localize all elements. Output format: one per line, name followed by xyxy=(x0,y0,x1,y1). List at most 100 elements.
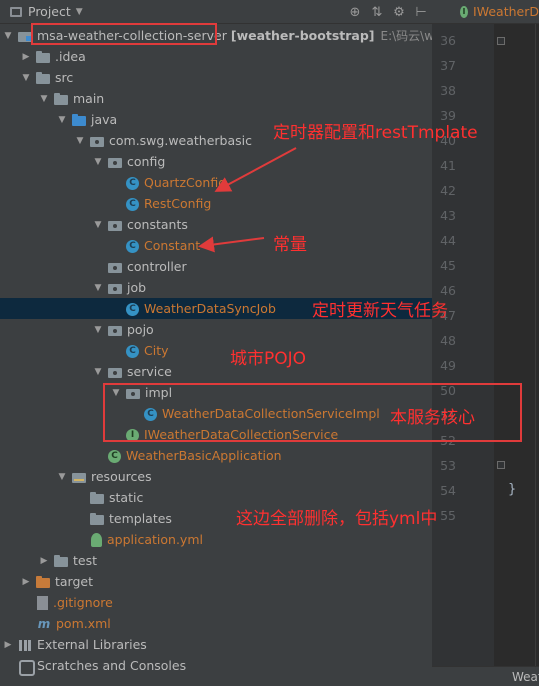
chevron-down-icon[interactable]: ▼ xyxy=(57,115,67,125)
tree-node-scratches[interactable]: ▶ Scratches and Consoles xyxy=(0,655,432,676)
chevron-down-icon[interactable]: ▼ xyxy=(39,94,49,104)
tree-node-label: static xyxy=(109,490,144,505)
package-icon xyxy=(108,323,122,337)
fold-marker-icon[interactable] xyxy=(497,37,505,45)
tree-node-label: City xyxy=(144,343,169,358)
chevron-down-icon[interactable]: ▼ xyxy=(21,73,31,83)
project-icon xyxy=(10,6,22,17)
tree-node-application-yml[interactable]: ▶ application.yml xyxy=(0,529,432,550)
tree-node-label: service xyxy=(127,364,172,379)
tree-node-pom[interactable]: ▶ m pom.xml xyxy=(0,613,432,634)
tree-node-label: application.yml xyxy=(107,532,203,547)
collapse-icon[interactable]: ⇅ xyxy=(366,5,388,20)
tree-node-gitignore[interactable]: ▶ .gitignore xyxy=(0,592,432,613)
resources-folder-icon xyxy=(72,470,86,484)
tree-node-test[interactable]: ▶ test xyxy=(0,550,432,571)
editor-code-area[interactable] xyxy=(494,24,539,666)
chevron-right-icon[interactable]: ▶ xyxy=(21,577,31,587)
file-icon xyxy=(37,595,48,610)
class-icon: C xyxy=(126,239,139,253)
toolwindow-actions: ⊕ ⇅ ⚙ ⊢ xyxy=(344,0,432,24)
tree-node-label: constants xyxy=(127,217,188,232)
line-number: 53 xyxy=(440,458,456,473)
chevron-right-icon[interactable]: ▶ xyxy=(3,640,13,650)
line-number: 44 xyxy=(440,233,456,248)
folder-icon xyxy=(54,92,68,106)
tree-node-src[interactable]: ▼ src xyxy=(0,67,432,88)
tree-node-target[interactable]: ▶ target xyxy=(0,571,432,592)
fold-marker-icon[interactable] xyxy=(497,461,505,469)
chevron-right-icon[interactable]: ▶ xyxy=(21,52,31,62)
gear-icon[interactable]: ⚙ xyxy=(388,5,410,20)
tree-node-rest-config[interactable]: ▶ C RestConfig xyxy=(0,193,432,214)
maven-icon: m xyxy=(37,616,51,631)
class-icon: C xyxy=(126,344,139,358)
tree-node-external-libraries[interactable]: ▶ External Libraries xyxy=(0,634,432,655)
editor-tab[interactable]: IWeatherD xyxy=(473,4,539,19)
annotation-pojo: 城市POJO xyxy=(230,349,307,369)
package-icon xyxy=(108,218,122,232)
tree-node-quartz-config[interactable]: ▶ C QuartzConfig xyxy=(0,172,432,193)
tree-node-job[interactable]: ▼ job xyxy=(0,277,432,298)
tree-node-label: pom.xml xyxy=(56,616,111,631)
chevron-down-icon[interactable]: ▼ xyxy=(3,31,13,41)
tree-node-label: WeatherDataSyncJob xyxy=(144,301,276,316)
tree-node-label: main xyxy=(73,91,105,106)
editor-status-text: Weat xyxy=(512,670,539,684)
tree-node-pojo[interactable]: ▼ pojo xyxy=(0,319,432,340)
line-number: 36 xyxy=(440,33,456,48)
closing-brace: } xyxy=(508,482,517,497)
chevron-down-icon[interactable]: ▼ xyxy=(75,136,85,146)
tree-node-label: .idea xyxy=(55,49,86,64)
tree-node-label: Scratches and Consoles xyxy=(37,658,187,673)
target-icon[interactable]: ⊕ xyxy=(344,5,366,20)
folder-icon xyxy=(90,491,104,505)
annotation-job: 定时更新天气任务 xyxy=(312,301,448,321)
chevron-down-icon[interactable]: ▼ xyxy=(93,220,103,230)
line-number: 49 xyxy=(440,358,456,373)
class-icon: C xyxy=(126,176,139,190)
tree-node-label: QuartzConfig xyxy=(144,175,227,190)
right-margin-guide xyxy=(535,24,536,666)
folder-icon xyxy=(36,71,50,85)
tree-node-label: RestConfig xyxy=(144,196,212,211)
tree-node-constant[interactable]: ▶ C Constant xyxy=(0,235,432,256)
tree-node-label: java xyxy=(91,112,118,127)
folder-icon xyxy=(90,512,104,526)
tree-node-main[interactable]: ▼ main xyxy=(0,88,432,109)
line-number: 45 xyxy=(440,258,456,273)
tree-node-label: pojo xyxy=(127,322,154,337)
tree-node-label: com.swg.weatherbasic xyxy=(109,133,252,148)
project-view-selector[interactable]: Project xyxy=(28,4,71,19)
chevron-down-icon[interactable]: ▼ xyxy=(93,325,103,335)
tree-node-application[interactable]: ▶ C WeatherBasicApplication xyxy=(0,445,432,466)
tree-node-label: .gitignore xyxy=(53,595,113,610)
chevron-down-icon[interactable]: ▼ xyxy=(76,7,83,17)
tree-node-config[interactable]: ▼ config xyxy=(0,151,432,172)
chevron-down-icon[interactable]: ▼ xyxy=(57,472,67,482)
tree-node-label: External Libraries xyxy=(37,637,147,652)
line-number: 54 xyxy=(440,483,456,498)
tree-node-resources[interactable]: ▼ resources xyxy=(0,466,432,487)
package-icon xyxy=(108,155,122,169)
hide-icon[interactable]: ⊢ xyxy=(410,5,432,20)
tree-node-controller[interactable]: ▶ controller xyxy=(0,256,432,277)
folder-icon xyxy=(54,554,68,568)
root-module-path: E:\码云\weathe xyxy=(380,29,432,43)
tree-node-label: resources xyxy=(91,469,152,484)
tree-node-idea[interactable]: ▶ .idea xyxy=(0,46,432,67)
chevron-down-icon[interactable]: ▼ xyxy=(93,157,103,167)
tree-node-service[interactable]: ▼ service xyxy=(0,361,432,382)
chevron-right-icon[interactable]: ▶ xyxy=(39,556,49,566)
interface-icon: I xyxy=(460,6,469,18)
tree-node-label: job xyxy=(127,280,147,295)
annotation-service: 本服务核心 xyxy=(390,408,475,428)
tree-node-constants[interactable]: ▼ constants xyxy=(0,214,432,235)
tree-node-city[interactable]: ▶ C City xyxy=(0,340,432,361)
annotation-delete: 这边全部删除，包括yml中 xyxy=(236,509,438,529)
chevron-down-icon[interactable]: ▼ xyxy=(93,367,103,377)
chevron-down-icon[interactable]: ▼ xyxy=(93,283,103,293)
package-icon xyxy=(108,260,122,274)
editor-tab-bar: I IWeatherD xyxy=(432,0,539,24)
tree-node-label: templates xyxy=(109,511,172,526)
